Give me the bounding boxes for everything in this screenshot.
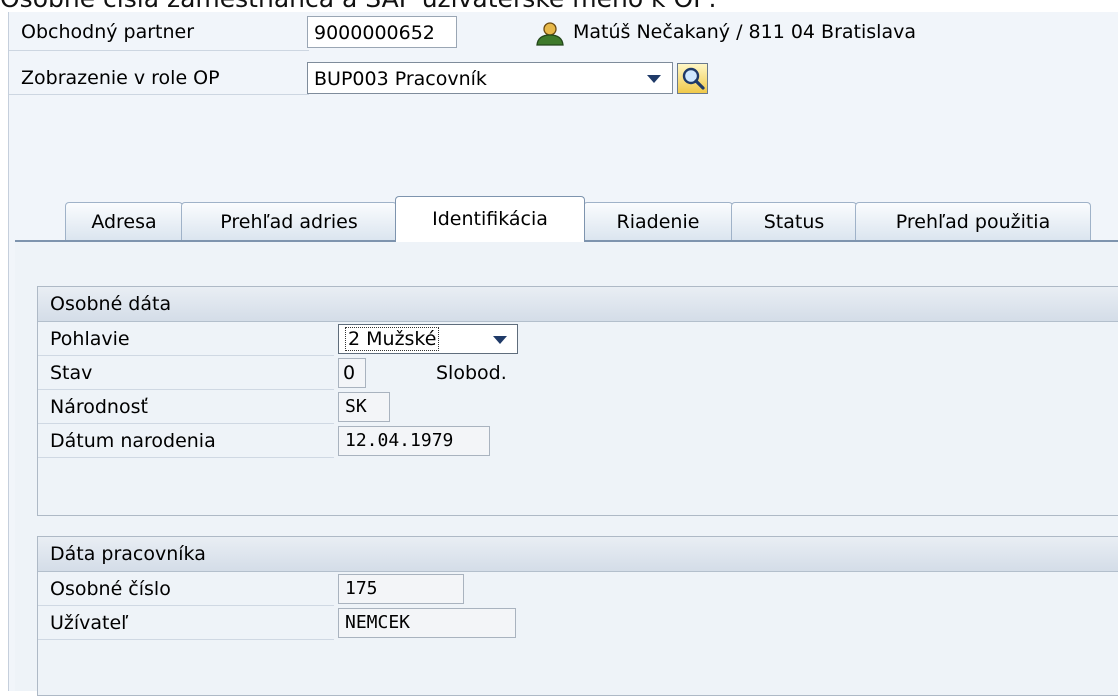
bp-role-label: Zobrazenie v role OP xyxy=(21,67,220,89)
search-button[interactable] xyxy=(677,63,708,94)
row-divider xyxy=(38,457,334,458)
bp-role-select[interactable]: BUP003 Pracovník xyxy=(307,62,673,94)
birth-date-field[interactable]: 12.04.1979 xyxy=(338,426,490,456)
row-divider xyxy=(38,639,334,640)
marital-status-label: Stav xyxy=(50,362,93,384)
personal-data-title: Osobné dáta xyxy=(38,287,1118,322)
chevron-down-icon[interactable] xyxy=(493,336,507,344)
tab-content-panel: Osobné dáta Pohlavie 2 Mužské Stav 0 Slo… xyxy=(15,240,1118,696)
tab-adresa[interactable]: Adresa xyxy=(65,202,183,240)
employee-data-group: Dáta pracovníka Osobné číslo 175 Užívate… xyxy=(37,536,1118,696)
user-label: Užívateľ xyxy=(50,612,129,634)
personnel-number-label: Osobné číslo xyxy=(50,578,171,600)
marital-status-text: Slobod. xyxy=(436,362,507,384)
tab-riadenie[interactable]: Riadenie xyxy=(583,202,733,240)
tab-prehlad-pouzitia[interactable]: Prehľad použitia xyxy=(855,202,1091,240)
business-partner-label: Obchodný partner xyxy=(21,21,195,43)
sap-window: Obchodný partner 9000000652 Matúš Nečaka… xyxy=(8,12,1118,696)
tab-status[interactable]: Status xyxy=(731,202,857,240)
personnel-number-field[interactable]: 175 xyxy=(338,574,464,604)
user-field[interactable]: NEMCEK xyxy=(338,608,516,638)
nationality-label: Národnosť xyxy=(50,396,148,418)
search-icon xyxy=(682,67,705,90)
person-icon xyxy=(536,22,564,46)
employee-data-title: Dáta pracovníka xyxy=(38,537,1118,572)
tab-identifikacia[interactable]: Identifikácia xyxy=(395,196,585,242)
tab-prehlad-adries[interactable]: Prehľad adries xyxy=(181,202,397,240)
bp-role-value: BUP003 Pracovník xyxy=(314,68,487,90)
personal-data-group: Osobné dáta Pohlavie 2 Mužské Stav 0 Slo… xyxy=(37,286,1118,516)
document-caption: Osobné čísla zamestnanca a SAP užívateľs… xyxy=(0,0,1118,12)
gender-value: 2 Mužské xyxy=(345,327,440,351)
gender-label: Pohlavie xyxy=(50,328,130,350)
business-partner-field[interactable]: 9000000652 xyxy=(307,16,457,48)
chevron-down-icon[interactable] xyxy=(647,75,661,83)
birth-date-label: Dátum narodenia xyxy=(50,430,216,452)
gender-select[interactable]: 2 Mužské xyxy=(338,324,518,354)
nationality-field[interactable]: SK xyxy=(338,392,390,422)
business-partner-description: Matúš Nečakaný / 811 04 Bratislava xyxy=(573,21,916,43)
marital-status-field[interactable]: 0 xyxy=(338,358,366,388)
